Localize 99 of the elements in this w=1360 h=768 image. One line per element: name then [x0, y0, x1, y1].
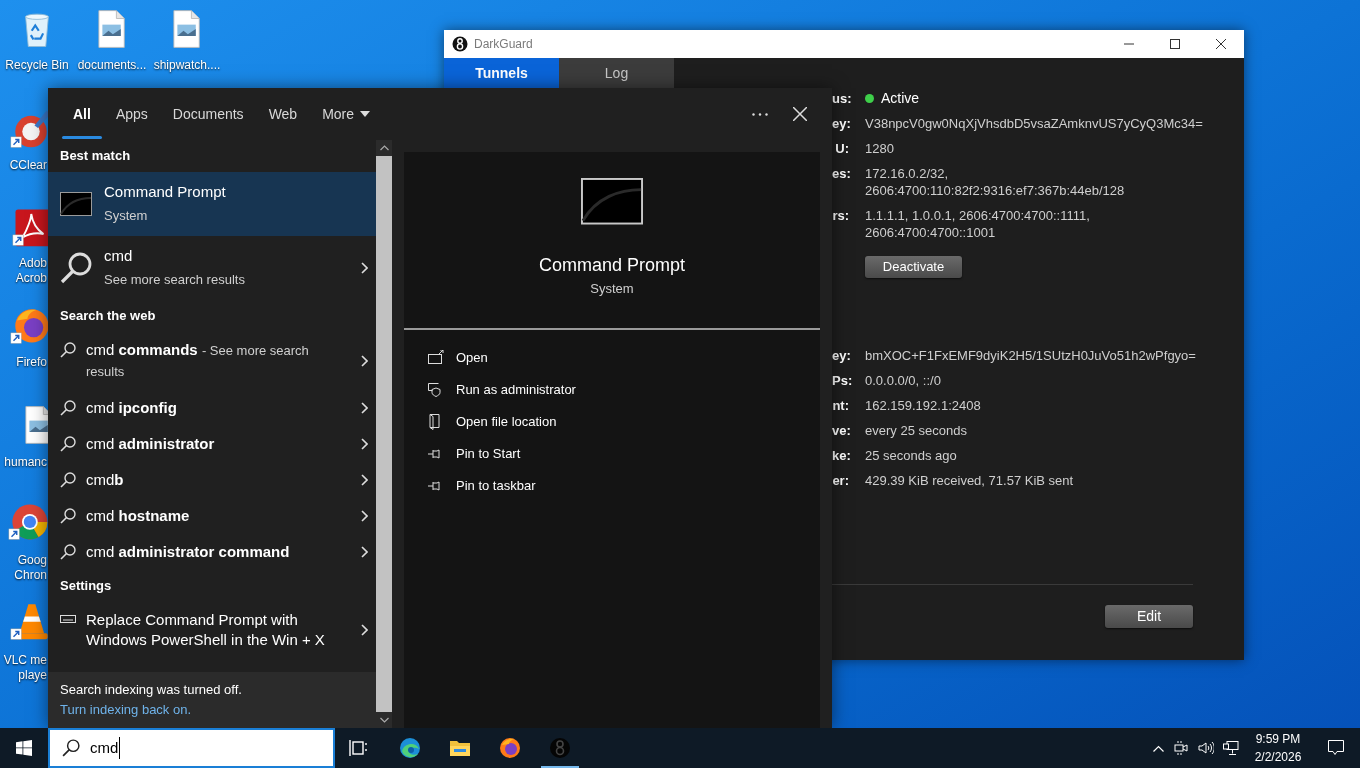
icon-label[interactable]: Adob Acrob [0, 256, 47, 286]
chevron-up-icon [1152, 744, 1164, 752]
web-suggestion[interactable]: cmdb [48, 462, 376, 498]
ellipsis-icon [752, 112, 768, 116]
field-label: er: [832, 472, 849, 489]
search-icon [60, 436, 76, 452]
field-value: every 25 seconds [865, 422, 967, 439]
icon-label[interactable]: humanc [0, 455, 47, 470]
field-value: bmXOC+F1FxEMF9dyiK2H5/1SUtzH0JuVo51h2wPfgyo= [865, 347, 1196, 364]
app-logo-icon [549, 737, 571, 759]
search-icon [60, 472, 76, 488]
field-value: 1.1.1.1, 1.0.0.1, 2606:4700:4700::1111, 2606:4700:4700::1001 [865, 207, 1090, 241]
tab[interactable]: Tunnels [444, 58, 559, 88]
status-message: Search indexing was turned off. [60, 681, 243, 699]
deactivate-button[interactable]: Deactivate [865, 256, 962, 278]
chevron-icon [361, 546, 368, 558]
field-label: es: [832, 165, 849, 183]
chevron-icon [361, 474, 368, 486]
chevron-icon [361, 438, 368, 450]
field-value: 0.0.0.0/0, ::/0 [865, 372, 941, 389]
speaker-icon [1198, 741, 1214, 755]
web-suggestion[interactable]: cmd hostname [48, 498, 376, 534]
icon-label[interactable]: CClear [0, 158, 47, 173]
field-label: Ps: [832, 372, 849, 389]
field-label: ve: [832, 422, 849, 439]
icon-label[interactable]: Recycle Bin [2, 58, 72, 73]
open-window-icon [428, 350, 444, 366]
filter-tab[interactable]: More [311, 88, 382, 140]
tab[interactable]: Log [559, 58, 674, 88]
section-heading: Settings [59, 577, 113, 596]
icon-label[interactable]: Goog Chron [0, 553, 47, 583]
close-icon [793, 107, 807, 121]
chevron-icon [361, 510, 368, 522]
edit-button[interactable]: Edit [1105, 605, 1193, 628]
terminal-icon [60, 192, 92, 216]
close-icon [1216, 39, 1226, 49]
shield-icon [428, 382, 444, 398]
chevron-icon [361, 402, 368, 414]
app-title: Command Prompt [538, 254, 686, 276]
chevron-icon [361, 355, 368, 367]
search-result[interactable]: Command Prompt System [48, 172, 376, 236]
camera-icon [1174, 741, 1188, 755]
search-icon [60, 252, 92, 284]
edge-icon [399, 737, 421, 759]
field-label: rs: [832, 207, 849, 225]
terminal-icon [581, 178, 643, 228]
icon-label[interactable]: Firefo [0, 355, 47, 370]
window-title: DarkGuard [474, 36, 533, 53]
maximize-icon [1170, 39, 1180, 49]
web-suggestion[interactable]: cmd administrator [48, 426, 376, 462]
search-result[interactable]: cmd See more search results [48, 236, 376, 300]
chevron-icon [361, 262, 368, 274]
field-value: 429.39 KiB received, 71.57 KiB sent [865, 472, 1074, 489]
field-value: V38npcV0gw0NqXjVhsdbD5vsaZAmknvUS7yCyQ3Mc34= [865, 115, 1203, 132]
action-item[interactable]: Open file location [404, 406, 557, 438]
clock[interactable]: 9:59 PM 2/2/2026 [1249, 728, 1307, 768]
windows-logo-icon [16, 740, 32, 756]
action-item[interactable]: Open [404, 342, 488, 374]
web-suggestion[interactable]: cmd commands - See more search results [48, 332, 376, 390]
network-icon [1223, 740, 1239, 756]
web-suggestion[interactable]: cmd administrator command [48, 534, 376, 570]
app-subtitle: System [590, 280, 634, 298]
caret-icon [360, 111, 371, 117]
field-value: 1280 [865, 140, 894, 157]
field-label: ke: [832, 447, 849, 464]
field-value: 25 seconds ago [865, 447, 957, 464]
field-value: 172.16.0.2/32, 2606:4700:110:82f2:9316:ef7:367b:44eb/128 [865, 165, 1125, 199]
action-item[interactable]: Pin to taskbar [404, 470, 536, 502]
firefox-icon [499, 737, 521, 759]
search-icon [60, 544, 76, 560]
filter-tab[interactable]: Web [257, 88, 309, 140]
field-value: 162.159.192.1:2408 [865, 397, 981, 414]
field-label: us: [832, 90, 849, 107]
search-icon [60, 400, 76, 416]
web-suggestion[interactable]: cmd ipconfig [48, 390, 376, 426]
section-heading: Search the web [59, 307, 157, 326]
speech-bubble-icon [1328, 740, 1344, 756]
search-icon [62, 739, 80, 757]
link[interactable]: Turn indexing back on. [60, 700, 192, 720]
field-label: ey: [832, 115, 849, 132]
field-label: nt: [832, 397, 849, 414]
chevron-icon [361, 624, 368, 636]
section-heading: Best match [59, 147, 132, 166]
filter-tab[interactable]: All [62, 88, 102, 140]
scrollbar[interactable] [376, 140, 392, 728]
app-logo-icon [452, 36, 468, 52]
search-icon [60, 508, 76, 524]
field-value: Active [881, 90, 920, 107]
icon-label[interactable]: VLC me playe [0, 653, 47, 683]
filter-tab[interactable]: Apps [104, 88, 159, 140]
search-field[interactable]: cmd [48, 728, 335, 768]
settings-result[interactable]: Replace Command Prompt with Windows PowerShell in the Win + X [48, 602, 376, 658]
ccleaner-icon[interactable] [10, 108, 48, 150]
field-label: U: [834, 140, 849, 157]
action-item[interactable]: Run as administrator [404, 374, 576, 406]
field-label: ey: [832, 347, 849, 364]
filter-tab[interactable]: Documents [161, 88, 255, 140]
search-icon [60, 342, 76, 358]
action-item[interactable]: Pin to Start [404, 438, 521, 470]
